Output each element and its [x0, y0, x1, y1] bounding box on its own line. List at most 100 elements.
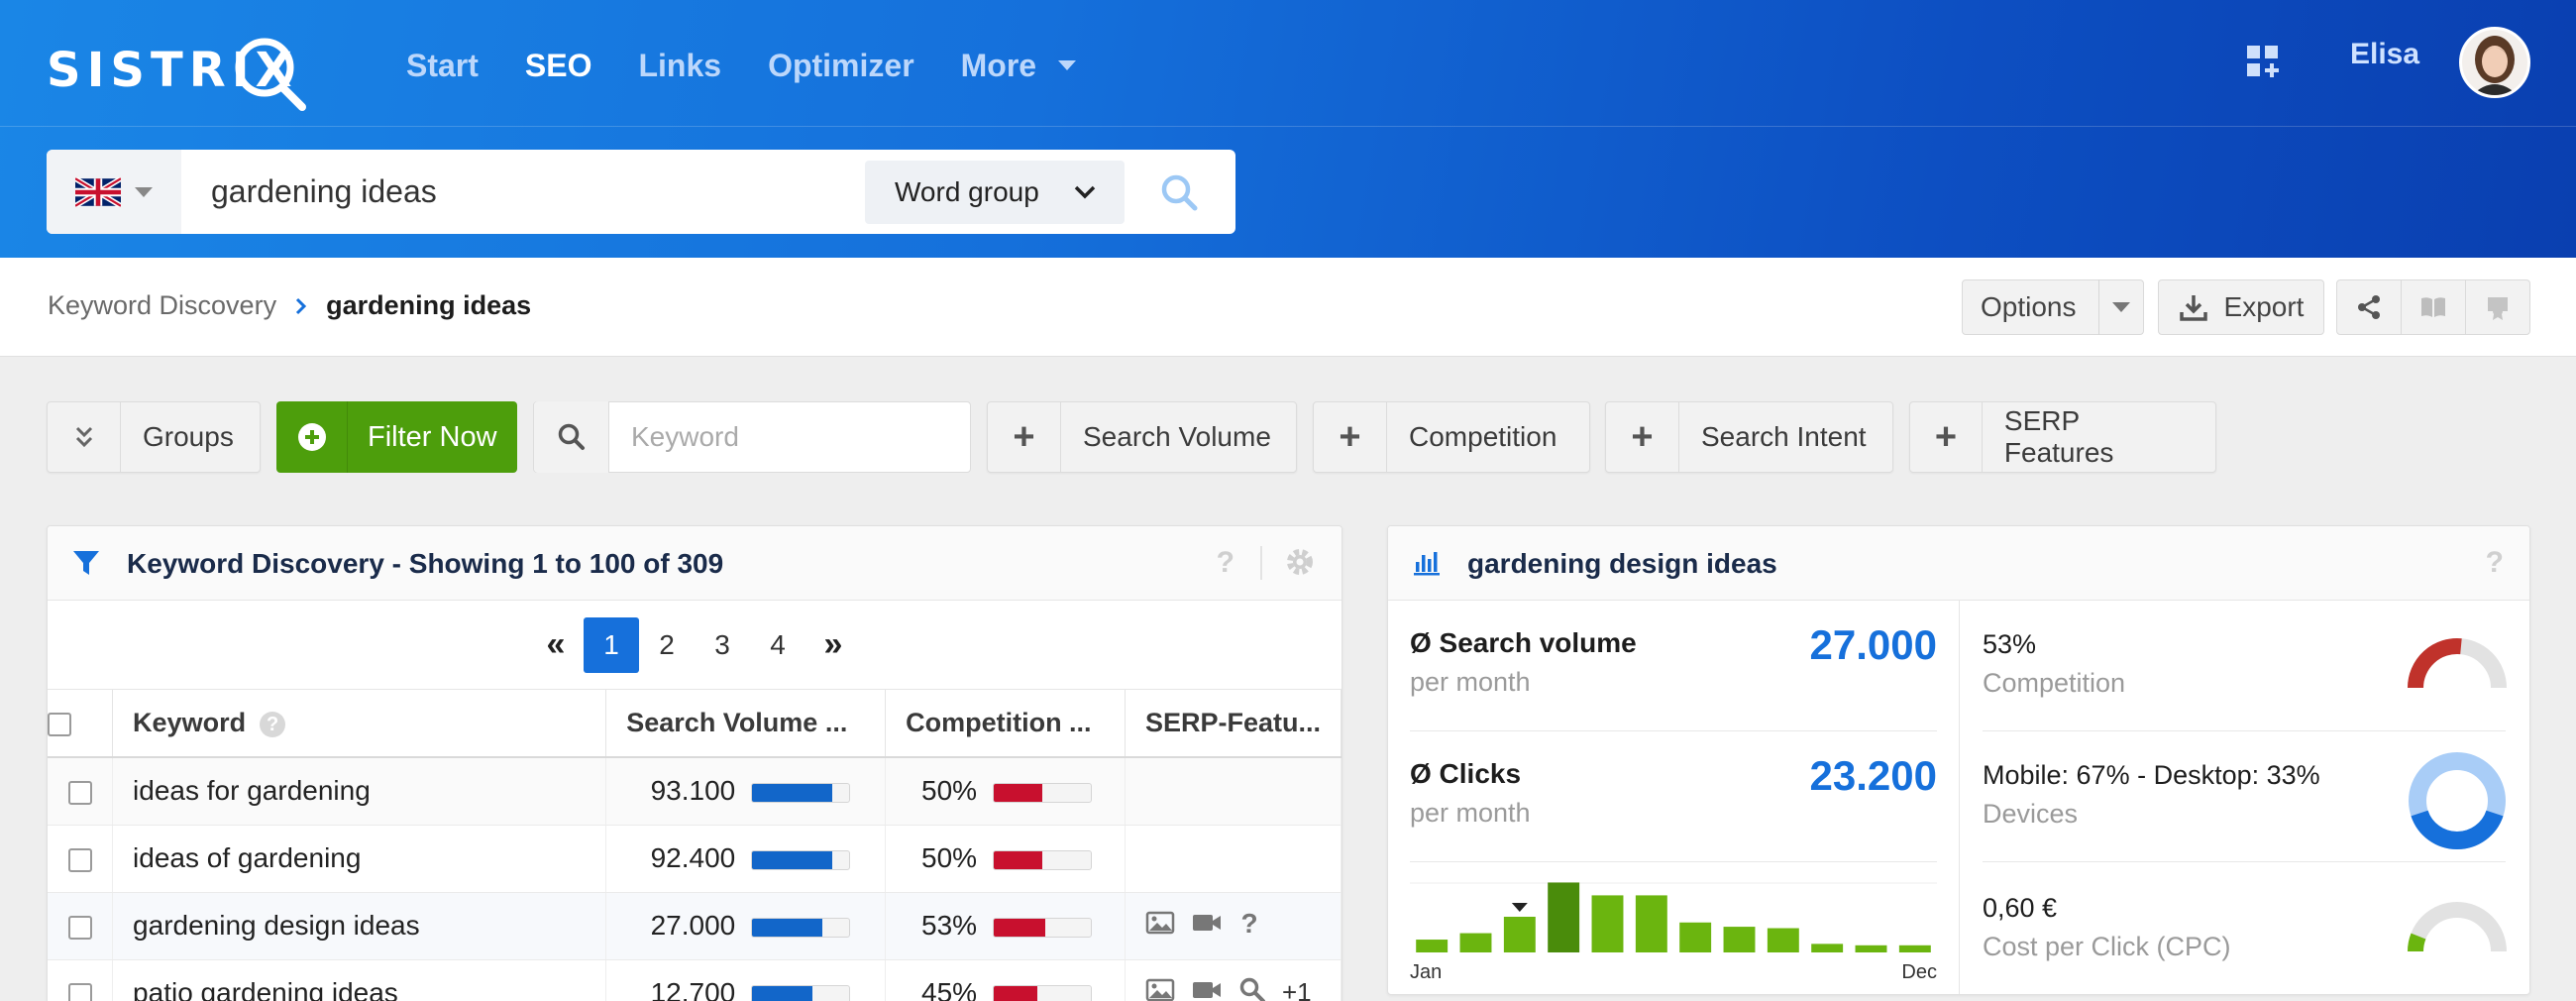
keyword-filter: [533, 401, 971, 473]
search-mode-select[interactable]: Word group: [865, 160, 1125, 224]
avatar-portrait-icon: [2462, 30, 2527, 95]
month-bar[interactable]: [1548, 882, 1580, 952]
options-button[interactable]: Options: [1962, 279, 2144, 335]
serp-features-cell: [1125, 825, 1342, 893]
devices-donut: [2409, 752, 2506, 849]
row-checkbox[interactable]: [67, 915, 92, 940]
first-page-button[interactable]: «: [528, 617, 584, 673]
keyword-cell[interactable]: gardening design ideas: [112, 892, 607, 960]
table-row[interactable]: ideas for gardening 93.100 50%: [48, 757, 1342, 826]
monthly-volume-chart[interactable]: Jan Dec: [1410, 875, 1937, 984]
grid-plus-icon[interactable]: [2245, 44, 2281, 79]
search-volume-bar-fill: [752, 985, 812, 1001]
month-bar[interactable]: [1635, 895, 1667, 952]
month-bar[interactable]: [1811, 944, 1844, 952]
options-dropdown-toggle[interactable]: [2099, 302, 2144, 312]
help-icon[interactable]: ?: [1217, 546, 1234, 580]
main-nav: Start SEO Links Optimizer More: [406, 40, 1123, 91]
keyword-cell[interactable]: ideas of gardening: [112, 825, 607, 893]
page-3[interactable]: 3: [695, 617, 750, 673]
month-bar[interactable]: [1416, 940, 1449, 952]
competition-gauge-fill: [2408, 638, 2462, 689]
keyword-filter-input[interactable]: [609, 421, 946, 453]
month-bar[interactable]: [1767, 928, 1799, 952]
month-bar[interactable]: [1591, 895, 1624, 952]
serp-features-filter-label: SERP Features: [2003, 405, 2114, 468]
search-intent-filter-button[interactable]: + Search Intent: [1605, 401, 1893, 473]
row-checkbox[interactable]: [67, 847, 92, 872]
chevron-down-icon: [2111, 302, 2130, 312]
page-4[interactable]: 4: [750, 617, 805, 673]
certificate-button[interactable]: [2466, 280, 2529, 334]
chevron-down-icon: [1058, 60, 1077, 70]
question-icon[interactable]: ?: [1238, 908, 1260, 944]
guide-button[interactable]: [2402, 280, 2466, 334]
month-bar[interactable]: [1723, 927, 1756, 952]
row-checkbox[interactable]: [67, 780, 92, 805]
competition-filter-button[interactable]: + Competition: [1313, 401, 1590, 473]
export-button[interactable]: Export: [2158, 279, 2324, 335]
table-row[interactable]: gardening design ideas 27.000 53%?: [48, 892, 1342, 960]
plus-icon: +: [1606, 401, 1679, 473]
keyword-cell[interactable]: ideas for gardening: [112, 757, 607, 826]
nav-start[interactable]: Start: [406, 40, 479, 91]
user-name[interactable]: Elisa: [2350, 38, 2419, 71]
search-volume-bar-fill: [752, 918, 822, 937]
pagination: « 1 2 3 4 »: [48, 601, 1342, 690]
breadcrumb-parent[interactable]: Keyword Discovery: [48, 290, 276, 321]
column-keyword[interactable]: Keyword?: [112, 690, 607, 758]
month-bar[interactable]: [1679, 922, 1712, 952]
share-button[interactable]: [2337, 280, 2402, 334]
search-submit-button[interactable]: [1125, 150, 1234, 234]
video-icon[interactable]: [1191, 977, 1223, 1001]
column-serp-features[interactable]: SERP-Featu...: [1125, 690, 1342, 758]
country-selector[interactable]: [47, 150, 181, 234]
column-competition[interactable]: Competition ...: [885, 690, 1126, 758]
nav-seo[interactable]: SEO: [525, 40, 592, 91]
month-bar[interactable]: [1855, 945, 1887, 952]
image-icon[interactable]: [1145, 977, 1175, 1001]
competition-cell: 50%: [885, 757, 1126, 826]
plus-icon: +: [988, 401, 1061, 473]
filter-now-button[interactable]: Filter Now: [276, 401, 517, 473]
magnifier-icon[interactable]: [1238, 976, 1266, 1001]
page-2[interactable]: 2: [639, 617, 695, 673]
search-volume-filter-button[interactable]: + Search Volume: [987, 401, 1297, 473]
clicks-sub: per month: [1410, 798, 1531, 828]
nav-more[interactable]: More: [961, 40, 1077, 91]
competition-percent: 50%: [921, 775, 978, 807]
table-row[interactable]: ideas of gardening 92.400 50%: [48, 825, 1342, 893]
image-icon[interactable]: [1145, 910, 1175, 942]
serp-features-filter-button[interactable]: + SERP Features: [1909, 401, 2216, 473]
select-all-checkbox[interactable]: [48, 712, 71, 736]
download-icon: [2179, 295, 2207, 321]
header-divider: [1260, 546, 1262, 580]
month-bar[interactable]: [1503, 917, 1536, 952]
month-bar[interactable]: [1898, 945, 1931, 952]
row-checkbox[interactable]: [67, 982, 92, 1001]
chevron-down-icon: [1074, 185, 1096, 198]
help-icon[interactable]: ?: [260, 711, 286, 737]
groups-button[interactable]: Groups: [47, 401, 261, 473]
keyword-cell[interactable]: patio gardening ideas: [112, 959, 607, 1001]
keyword-table-panel: Keyword Discovery - Showing 1 to 100 of …: [47, 525, 1342, 1001]
serp-more-count[interactable]: +1: [1282, 978, 1312, 1001]
column-search-volume[interactable]: Search Volume ...: [605, 690, 887, 758]
header-divider: [0, 126, 2576, 127]
avatar[interactable]: [2459, 27, 2530, 98]
help-icon[interactable]: ?: [2486, 546, 2504, 580]
page-1[interactable]: 1: [584, 616, 639, 673]
keyword-table: Keyword? Search Volume ... Competition .…: [48, 690, 1342, 1001]
plus-glyph: +: [1013, 416, 1035, 458]
video-icon[interactable]: [1191, 910, 1223, 942]
table-row[interactable]: patio gardening ideas 12.700 45% +1: [48, 959, 1342, 1001]
last-page-button[interactable]: »: [805, 617, 861, 673]
month-bar[interactable]: [1459, 933, 1492, 952]
nav-links[interactable]: Links: [638, 40, 721, 91]
breadcrumb-current: gardening ideas: [326, 290, 532, 320]
competition-filter-label: Competition: [1409, 421, 1557, 452]
nav-optimizer[interactable]: Optimizer: [768, 40, 914, 91]
gear-icon[interactable]: [1284, 546, 1316, 578]
row-select-cell: [48, 825, 114, 893]
search-input[interactable]: [181, 150, 865, 234]
